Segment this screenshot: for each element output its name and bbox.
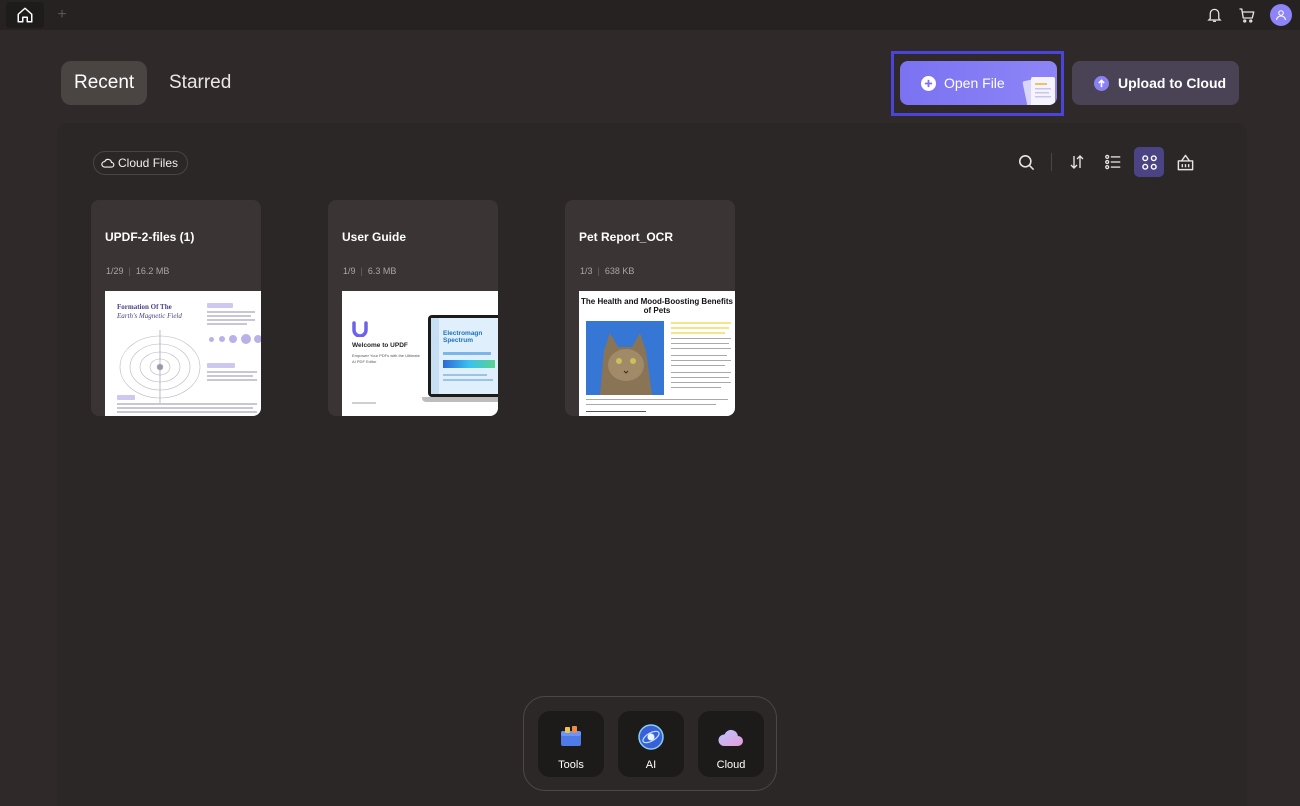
plus-circle-icon (921, 75, 936, 91)
updf-logo-icon (352, 321, 368, 337)
tab-recent[interactable]: Recent (61, 61, 148, 105)
cloud-files-filter[interactable]: Cloud Files (93, 151, 189, 175)
search-icon (1018, 154, 1034, 170)
thumbnail-title: Welcome to UPDF (352, 342, 408, 349)
thumbnail-subtitle: Empower Your PDFs with the Ultimate AI P… (352, 353, 420, 364)
file-card[interactable]: UPDF-2-files (1) 1/29 | 16.2 MB Formatio… (91, 200, 261, 416)
user-icon (1275, 10, 1287, 21)
plus-icon: + (57, 6, 67, 23)
file-pages: 1/29 (106, 266, 124, 276)
open-file-button[interactable]: Open File (900, 61, 1057, 105)
dock-ai-button[interactable]: AI (618, 711, 684, 777)
list-view-button[interactable] (1098, 147, 1128, 177)
laptop-illustration: Electromagn Spectrum (422, 315, 498, 403)
dock-tools-label: Tools (558, 759, 584, 771)
open-file-label: Open File (944, 75, 1005, 91)
laptop-screen-title: Electromagn Spectrum (443, 330, 483, 344)
search-button[interactable] (1011, 147, 1041, 177)
cat-photo (586, 321, 664, 395)
file-card[interactable]: User Guide 1/9 | 6.3 MB Welcome to UPDF … (328, 200, 498, 416)
dock-ai-label: AI (645, 759, 657, 771)
thumbnail-title: Formation Of The Earth's Magnetic Field (117, 303, 182, 320)
dock-cloud-label: Cloud (716, 759, 746, 771)
grid-view-icon (1141, 154, 1157, 170)
upload-to-cloud-button[interactable]: Upload to Cloud (1072, 61, 1239, 105)
thumbnail-title: The Health and Mood-Boosting Benefits of… (581, 297, 733, 315)
file-pages: 1/9 (343, 266, 356, 276)
ai-icon (637, 723, 665, 751)
file-size: 638 KB (604, 266, 635, 276)
toolbar-divider (1051, 153, 1052, 171)
file-size: 16.2 MB (135, 266, 170, 276)
upload-label: Upload to Cloud (1118, 75, 1227, 91)
dock-tools-button[interactable]: Tools (538, 711, 604, 777)
sort-button[interactable] (1062, 147, 1092, 177)
file-meta: 1/9 | 6.3 MB (343, 266, 397, 276)
file-card[interactable]: Pet Report_OCR 1/3 | 638 KB The Health a… (565, 200, 735, 416)
bell-icon (1206, 8, 1222, 23)
sort-icon (1070, 155, 1084, 169)
home-icon (17, 7, 33, 23)
cloud-icon (101, 158, 115, 168)
documents-icon (1022, 77, 1055, 105)
file-thumbnail: The Health and Mood-Boosting Benefits of… (579, 291, 735, 416)
file-meta: 1/3 | 638 KB (580, 266, 635, 276)
file-thumbnail: Formation Of The Earth's Magnetic Field (105, 291, 261, 416)
dock-cloud-button[interactable]: Cloud (698, 711, 764, 777)
tab-starred[interactable]: Starred (156, 61, 244, 105)
bottom-dock: Tools AI Cloud (523, 696, 777, 791)
tools-icon (557, 723, 585, 751)
view-toolbar (1005, 147, 1200, 177)
file-thumbnail: Welcome to UPDF Empower Your PDFs with t… (342, 291, 498, 416)
list-view-icon (1105, 154, 1121, 170)
file-name: Pet Report_OCR (579, 230, 674, 244)
notification-button[interactable] (1204, 4, 1224, 26)
title-bar: + (0, 0, 1300, 30)
cloud-icon (717, 723, 745, 751)
cart-button[interactable] (1237, 4, 1257, 26)
basket-button[interactable] (1170, 147, 1200, 177)
new-tab-button[interactable]: + (54, 5, 70, 25)
user-avatar[interactable] (1270, 4, 1292, 26)
upload-icon (1094, 75, 1109, 91)
file-name: UPDF-2-files (1) (105, 230, 195, 244)
grid-view-button[interactable] (1134, 147, 1164, 177)
file-meta: 1/29 | 16.2 MB (106, 266, 170, 276)
file-pages: 1/3 (580, 266, 593, 276)
file-size: 6.3 MB (367, 266, 397, 276)
home-button[interactable] (6, 2, 44, 28)
cart-icon (1239, 8, 1255, 23)
basket-icon (1177, 154, 1193, 170)
file-name: User Guide (342, 230, 407, 244)
cloud-files-label: Cloud Files (118, 156, 179, 170)
